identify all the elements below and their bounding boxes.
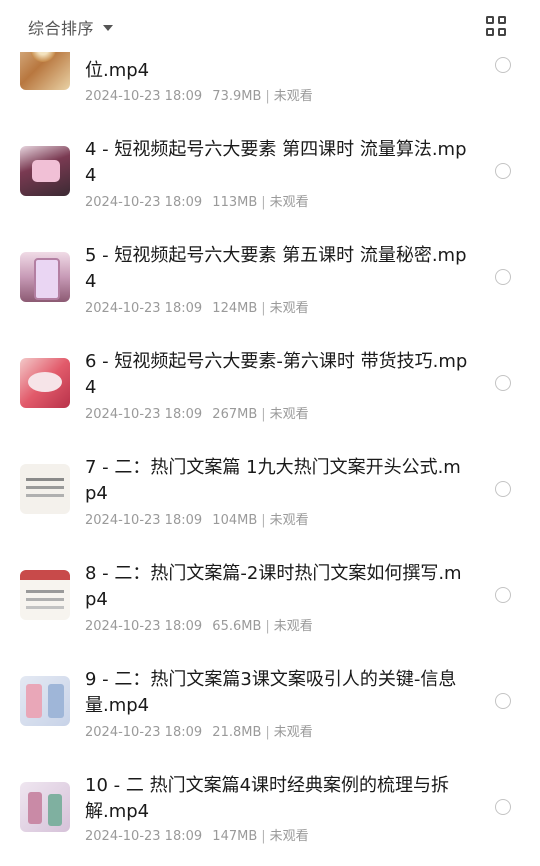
video-size: 104MB xyxy=(212,513,258,528)
video-size: 65.6MB xyxy=(212,619,262,634)
video-thumbnail xyxy=(20,782,70,832)
meta-divider: | xyxy=(261,829,266,844)
watch-status: 未观看 xyxy=(273,89,313,104)
video-thumbnail xyxy=(20,464,70,514)
video-date: 2024-10-23 18:09 xyxy=(85,513,203,528)
list-item[interactable]: 9 - 二：热门文案篇3课文案吸引人的关键-信息量.mp4 2024-10-23… xyxy=(0,636,540,742)
watch-status: 未观看 xyxy=(269,195,309,210)
video-title: 6 - 短视频起号六大要素-第六课时 带货技巧.mp4 xyxy=(85,351,468,398)
watch-status: 未观看 xyxy=(273,619,313,634)
video-date: 2024-10-23 18:09 xyxy=(85,195,203,210)
list-item[interactable]: 5 - 短视频起号六大要素 第五课时 流量秘密.mp4 2024-10-23 1… xyxy=(0,212,540,318)
video-size: 73.9MB xyxy=(212,89,262,104)
watch-status: 未观看 xyxy=(269,513,309,528)
watch-status: 未观看 xyxy=(269,407,309,422)
video-thumbnail xyxy=(20,570,70,620)
grid-view-icon[interactable] xyxy=(486,16,508,38)
sort-label: 综合排序 xyxy=(28,19,95,38)
list-item[interactable]: 6 - 短视频起号六大要素-第六课时 带货技巧.mp4 2024-10-23 1… xyxy=(0,318,540,424)
video-list: 位.mp4 2024-10-23 18:09 73.9MB | 未观看 4 - 短视… xyxy=(0,0,540,866)
video-date: 2024-10-23 18:09 xyxy=(85,619,203,634)
watch-status: 未观看 xyxy=(273,725,313,740)
video-date: 2024-10-23 18:09 xyxy=(85,725,203,740)
select-radio[interactable] xyxy=(495,587,511,603)
video-date: 2024-10-23 18:09 xyxy=(85,301,203,316)
video-title: 9 - 二：热门文案篇3课文案吸引人的关键-信息量.mp4 xyxy=(85,669,457,716)
video-title: 10 - 二 热门文案篇4课时经典案例的梳理与拆解.mp4 xyxy=(85,775,450,822)
video-title: 4 - 短视频起号六大要素 第四课时 流量算法.mp4 xyxy=(85,139,467,186)
select-radio[interactable] xyxy=(495,269,511,285)
list-item[interactable]: 10 - 二 热门文案篇4课时经典案例的梳理与拆解.mp4 2024-10-23… xyxy=(0,742,540,848)
video-meta: 2024-10-23 18:09 65.6MB | 未观看 xyxy=(85,615,313,634)
list-item[interactable]: 7 - 二：热门文案篇 1九大热门文案开头公式.mp4 2024-10-23 1… xyxy=(0,424,540,530)
meta-divider: | xyxy=(261,301,266,316)
video-thumbnail xyxy=(20,358,70,408)
select-radio[interactable] xyxy=(495,163,511,179)
video-size: 113MB xyxy=(212,195,258,210)
video-date: 2024-10-23 18:09 xyxy=(85,829,203,844)
meta-divider: | xyxy=(265,725,270,740)
meta-divider: | xyxy=(265,619,270,634)
caret-down-icon xyxy=(103,25,114,31)
video-meta: 2024-10-23 18:09 73.9MB | 未观看 xyxy=(85,85,313,104)
select-radio[interactable] xyxy=(495,57,511,73)
watch-status: 未观看 xyxy=(269,829,309,844)
video-meta: 2024-10-23 18:09 124MB | 未观看 xyxy=(85,297,309,316)
video-date: 2024-10-23 18:09 xyxy=(85,89,203,104)
video-title: 5 - 短视频起号六大要素 第五课时 流量秘密.mp4 xyxy=(85,245,467,292)
meta-divider: | xyxy=(261,407,266,422)
video-meta: 2024-10-23 18:09 104MB | 未观看 xyxy=(85,509,309,528)
video-size: 21.8MB xyxy=(212,725,262,740)
select-radio[interactable] xyxy=(495,481,511,497)
meta-divider: | xyxy=(261,513,266,528)
video-meta: 2024-10-23 18:09 21.8MB | 未观看 xyxy=(85,721,313,740)
video-title: 位.mp4 xyxy=(85,60,150,81)
video-meta: 2024-10-23 18:09 113MB | 未观看 xyxy=(85,191,309,210)
sort-dropdown[interactable]: 综合排序 xyxy=(28,14,114,40)
video-size: 147MB xyxy=(212,829,258,844)
video-date: 2024-10-23 18:09 xyxy=(85,407,203,422)
meta-divider: | xyxy=(261,195,266,210)
video-thumbnail xyxy=(20,252,70,302)
select-radio[interactable] xyxy=(495,799,511,815)
list-item[interactable]: 4 - 短视频起号六大要素 第四课时 流量算法.mp4 2024-10-23 1… xyxy=(0,106,540,212)
watch-status: 未观看 xyxy=(269,301,309,316)
list-item[interactable]: 8 - 二：热门文案篇-2课时热门文案如何撰写.mp4 2024-10-23 1… xyxy=(0,530,540,636)
video-thumbnail xyxy=(20,146,70,196)
video-thumbnail xyxy=(20,676,70,726)
video-title: 7 - 二：热门文案篇 1九大热门文案开头公式.mp4 xyxy=(85,457,461,504)
select-radio[interactable] xyxy=(495,375,511,391)
video-size: 267MB xyxy=(212,407,258,422)
video-meta: 2024-10-23 18:09 147MB | 未观看 xyxy=(85,825,309,844)
top-bar: 综合排序 xyxy=(0,0,540,52)
meta-divider: | xyxy=(265,89,270,104)
video-size: 124MB xyxy=(212,301,258,316)
video-meta: 2024-10-23 18:09 267MB | 未观看 xyxy=(85,403,309,422)
select-radio[interactable] xyxy=(495,693,511,709)
video-title: 8 - 二：热门文案篇-2课时热门文案如何撰写.mp4 xyxy=(85,563,462,610)
